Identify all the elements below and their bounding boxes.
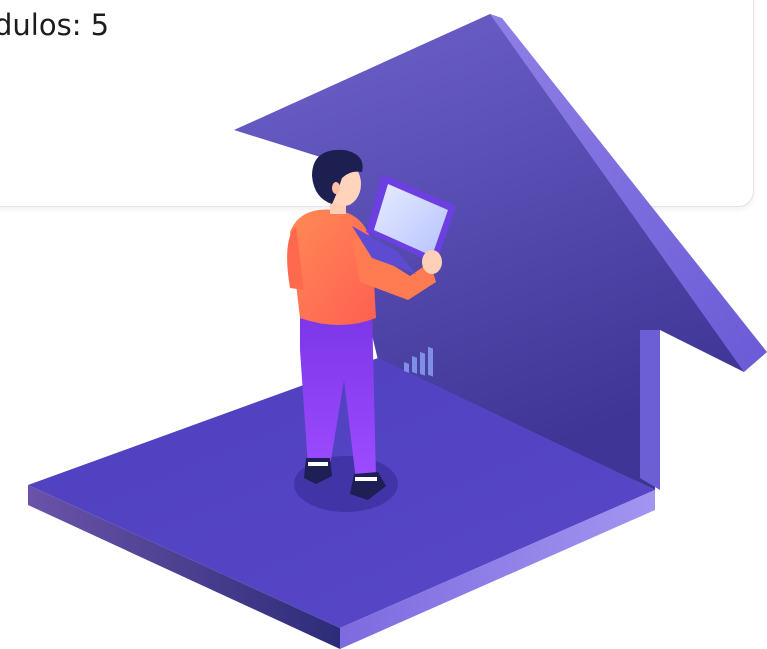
person-ear (332, 182, 340, 194)
person-hand (422, 250, 442, 274)
page: dulos: 5 (0, 0, 767, 649)
arrow-shaft-edge (640, 330, 660, 490)
growth-illustration-icon (28, 14, 767, 649)
